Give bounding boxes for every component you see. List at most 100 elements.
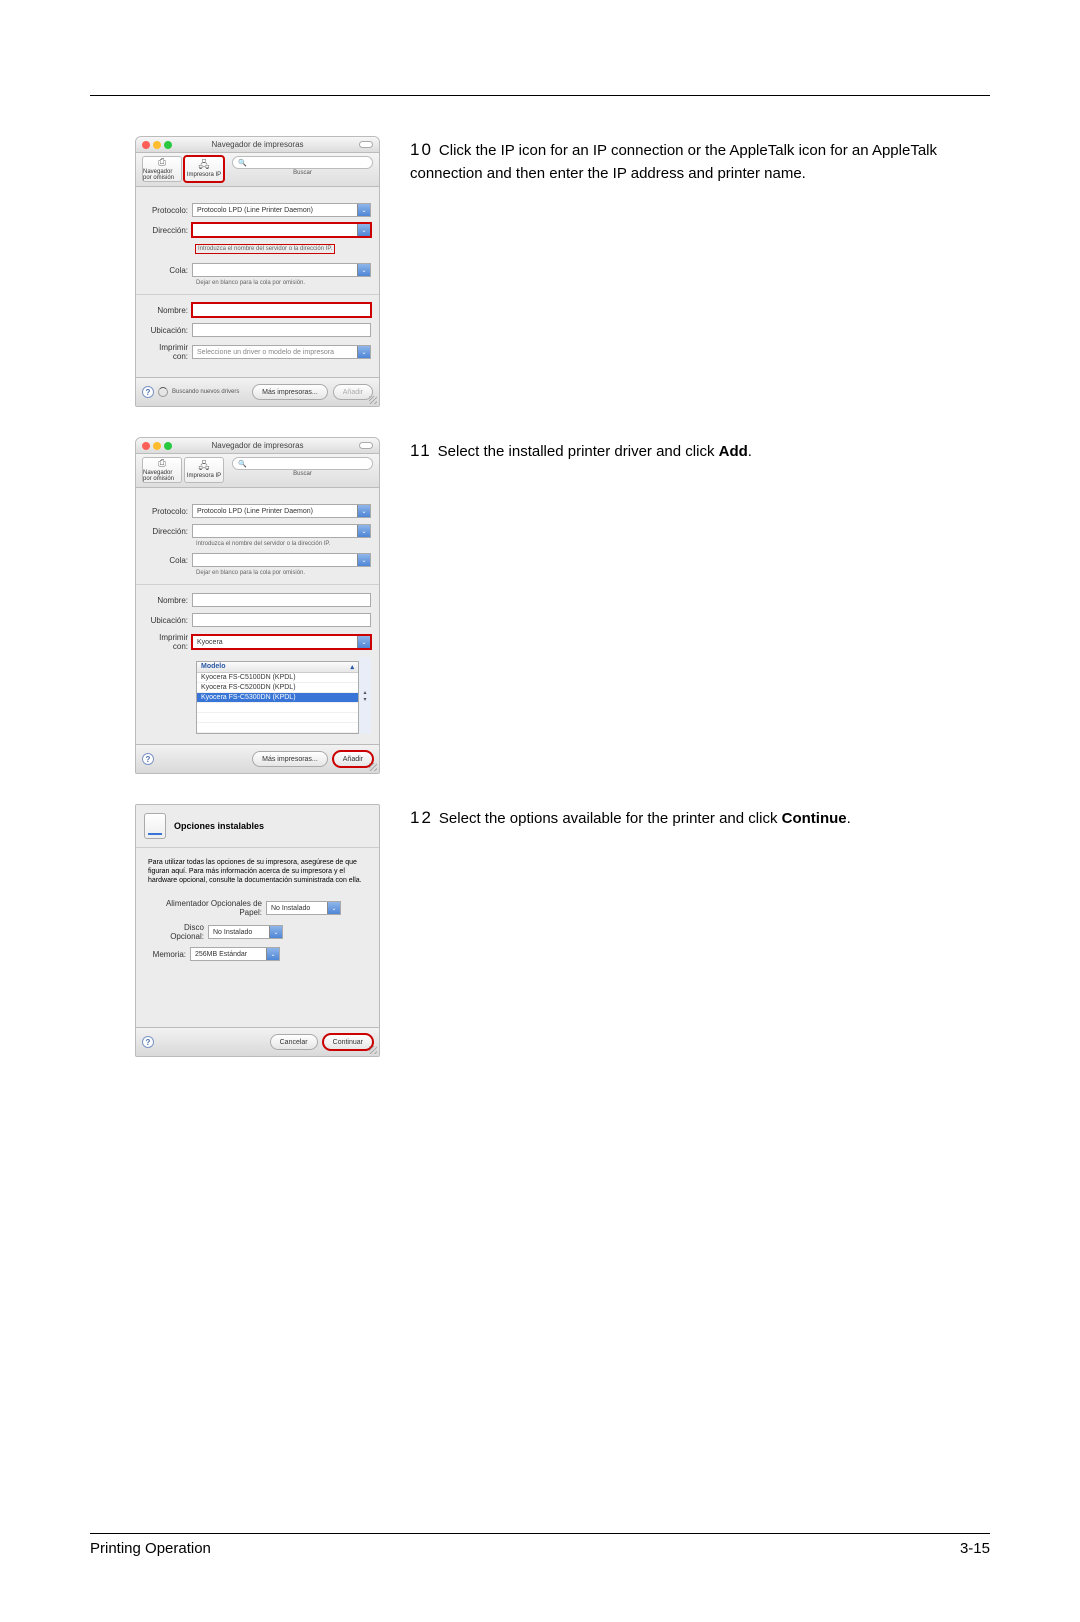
queue-hint: Dejar en blanco para la cola por omisión… — [196, 570, 371, 576]
disk-select[interactable]: No Instalado⌄ — [208, 925, 283, 939]
more-printers-button[interactable]: Más impresoras... — [252, 384, 328, 400]
memory-label: Memoria: — [148, 950, 190, 959]
search-label: Buscar — [232, 170, 373, 176]
help-icon[interactable]: ? — [142, 1036, 154, 1048]
address-label: Dirección: — [144, 527, 192, 536]
step-12-text: 12 Select the options available for the p… — [410, 804, 990, 831]
add-button[interactable]: Añadir — [333, 751, 373, 767]
protocol-value: Protocolo LPD (Line Printer Daemon) — [197, 207, 313, 214]
protocol-label: Protocolo: — [144, 206, 192, 215]
globe-icon: 🖧 — [198, 161, 209, 171]
name-input[interactable] — [192, 303, 371, 317]
printwith-label: Imprimir con: — [144, 633, 192, 651]
queue-input[interactable]: ⌄ — [192, 553, 371, 567]
search-label: Buscar — [232, 471, 373, 477]
memory-value: 256MB Estándar — [195, 951, 247, 958]
search-input[interactable]: 🔍 — [232, 457, 373, 470]
step-11-row: Navegador de impresoras ⎙Navegador por o… — [135, 437, 990, 774]
printwith-select[interactable]: Kyocera ⌄ — [192, 635, 371, 649]
memory-select[interactable]: 256MB Estándar⌄ — [190, 947, 280, 961]
resize-grip[interactable] — [369, 763, 377, 771]
spinner-icon — [158, 387, 168, 397]
address-hint: Introduzca el nombre del servidor o la d… — [196, 541, 371, 547]
sheet-title: Opciones instalables — [174, 821, 264, 831]
default-browser-tab[interactable]: ⎙ Navegador por omisión — [142, 156, 182, 182]
step-number: 12 — [410, 808, 433, 827]
address-input[interactable]: ⌄ — [192, 524, 371, 538]
location-label: Ubicación: — [144, 326, 192, 335]
protocol-select[interactable]: Protocolo LPD (Line Printer Daemon)⌄ — [192, 504, 371, 518]
location-input[interactable] — [192, 323, 371, 337]
chevron-down-icon: ⌄ — [357, 505, 370, 517]
globe-icon: 🖧 — [198, 462, 209, 472]
list-item[interactable]: Kyocera FS-C5200DN (KPDL) — [197, 683, 358, 693]
list-item — [197, 713, 358, 723]
address-label: Dirección: — [144, 226, 192, 235]
step-number: 10 — [410, 140, 433, 159]
step-tail: . — [748, 443, 752, 460]
address-hint: Introduzca el nombre del servidor o la d… — [196, 245, 334, 253]
list-item-selected[interactable]: Kyocera FS-C5300DN (KPDL) — [197, 693, 358, 703]
printer-browser-window: Navegador de impresoras ⎙ Navegador por … — [135, 136, 380, 407]
printer-icon — [144, 813, 166, 839]
step-number: 11 — [410, 441, 432, 460]
printwith-select[interactable]: Seleccione un driver o modelo de impreso… — [192, 345, 371, 359]
chevron-down-icon: ⌄ — [357, 204, 370, 216]
location-input[interactable] — [192, 613, 371, 627]
page-footer: Printing Operation 3-15 — [90, 1540, 990, 1557]
chevron-down-icon: ⌄ — [357, 264, 370, 276]
ip-printer-tab[interactable]: 🖧 Impresora IP — [184, 156, 224, 182]
more-printers-button[interactable]: Más impresoras... — [252, 751, 328, 767]
name-input[interactable] — [192, 593, 371, 607]
cancel-button[interactable]: Cancelar — [270, 1034, 318, 1050]
step-12-row: Opciones instalables Para utilizar todas… — [135, 804, 990, 1057]
queue-hint: Dejar en blanco para la cola por omisión… — [196, 280, 371, 286]
resize-grip[interactable] — [369, 1046, 377, 1054]
resize-grip[interactable] — [369, 396, 377, 404]
feeder-label: Alimentador Opcionales de Papel: — [148, 899, 266, 917]
address-input[interactable]: ⌄ — [192, 223, 371, 237]
titlebar: Navegador de impresoras — [136, 137, 379, 153]
search-input[interactable]: 🔍 — [232, 156, 373, 169]
printer-icon: ⎙ — [158, 158, 166, 168]
printwith-label: Imprimir con: — [144, 343, 192, 361]
model-listbox[interactable]: Modelo▴ Kyocera FS-C5100DN (KPDL) Kyocer… — [196, 661, 359, 734]
default-browser-tab[interactable]: ⎙Navegador por omisión — [142, 457, 182, 483]
window-footer: ? Más impresoras... Añadir — [136, 744, 379, 773]
queue-input[interactable]: ⌄ — [192, 263, 371, 277]
protocol-select[interactable]: Protocolo LPD (Line Printer Daemon) ⌄ — [192, 203, 371, 217]
toolbar-toggle-icon[interactable] — [359, 141, 373, 148]
feeder-select[interactable]: No Instalado⌄ — [266, 901, 341, 915]
toolbar: ⎙Navegador por omisión 🖧Impresora IP 🔍 Bu… — [136, 454, 379, 488]
add-button[interactable]: Añadir — [333, 384, 373, 400]
ip-printer-tab[interactable]: 🖧Impresora IP — [184, 457, 224, 483]
help-icon[interactable]: ? — [142, 386, 154, 398]
printer-browser-window-2: Navegador de impresoras ⎙Navegador por o… — [135, 437, 380, 774]
window-footer: ? Buscando nuevos drivers Más impresoras… — [136, 377, 379, 406]
help-icon[interactable]: ? — [142, 753, 154, 765]
feeder-value: No Instalado — [271, 905, 310, 912]
status-text: Buscando nuevos drivers — [168, 389, 252, 395]
search-icon: 🔍 — [238, 460, 247, 468]
printwith-value: Kyocera — [197, 639, 223, 646]
continue-button[interactable]: Continuar — [323, 1034, 373, 1050]
queue-label: Cola: — [144, 556, 192, 565]
chevron-down-icon: ⌄ — [357, 224, 370, 236]
step-tail: . — [847, 810, 851, 827]
step-10-row: Navegador de impresoras ⎙ Navegador por … — [135, 136, 990, 407]
step-body: Select the installed printer driver and … — [438, 443, 719, 460]
step-body: Click the IP icon for an IP connection o… — [410, 142, 937, 182]
chevron-down-icon: ⌄ — [357, 636, 370, 648]
sheet-message: Para utilizar todas las opciones de su i… — [148, 858, 367, 885]
step-bold: Continue — [782, 810, 847, 827]
list-item — [197, 723, 358, 733]
protocol-label: Protocolo: — [144, 507, 192, 516]
titlebar: Navegador de impresoras — [136, 438, 379, 454]
scrollbar[interactable]: ▴▾ — [359, 657, 371, 734]
step-body: Select the options available for the pri… — [439, 810, 782, 827]
toolbar-toggle-icon[interactable] — [359, 442, 373, 449]
model-header: Modelo▴ — [197, 662, 358, 673]
location-label: Ubicación: — [144, 616, 192, 625]
list-item[interactable]: Kyocera FS-C5100DN (KPDL) — [197, 673, 358, 683]
disk-value: No Instalado — [213, 929, 252, 936]
